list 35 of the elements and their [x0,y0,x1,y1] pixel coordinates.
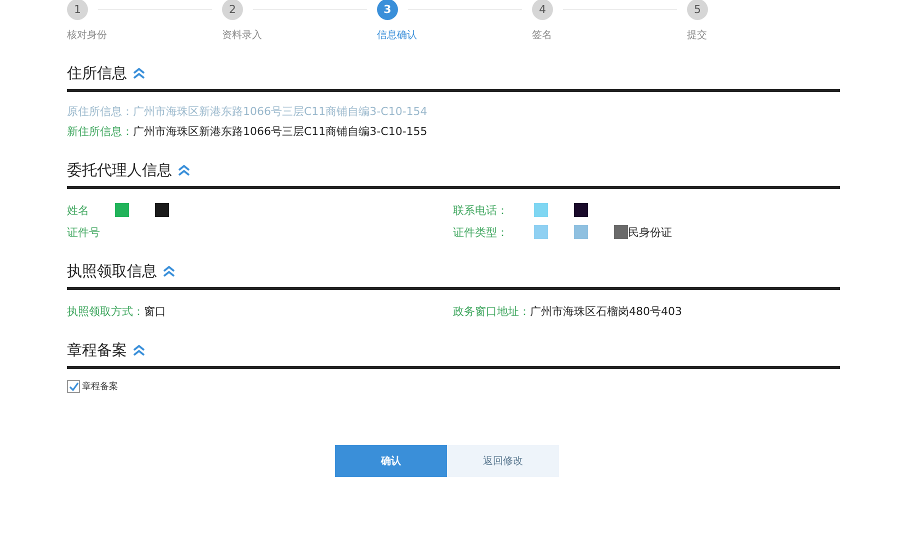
step-label: 签名 [532,29,553,42]
field-value: 窗口 [144,304,166,318]
step-number: 1 [67,0,88,20]
field-label: 新住所信息： [67,124,133,138]
field-label: 政务窗口地址： [453,304,530,318]
field-label: 姓名 [67,202,89,218]
step-label: 提交 [687,28,708,42]
checkbox-label: 章程备案 [82,380,118,393]
collapse-icon[interactable] [133,68,145,79]
field-value: 广州市海珠区新港东路1066号三层C11商铺自编3-C10-155 [133,124,428,138]
collapse-icon[interactable] [178,165,190,176]
step-number: 5 [687,0,708,20]
step-label: 核对身份 [67,28,108,42]
step-number: 4 [532,0,553,20]
field-label: 联系电话： [453,202,508,218]
field-value: 广州市海珠区石榴岗480号403 [530,304,682,318]
field-label: 执照领取方式： [67,304,144,318]
step-number: 2 [222,0,243,20]
step-label: 资料录入 [222,28,263,42]
field-label: 证件类型： [453,224,508,240]
field-value: 民身份证 [628,224,672,240]
section-title: 住所信息 [67,64,127,83]
step-label: 信息确认 [377,28,418,42]
back-button[interactable]: 返回修改 [447,445,559,477]
section-title: 章程备案 [67,341,127,360]
checkbox[interactable] [67,380,80,393]
section-title: 执照领取信息 [67,262,157,281]
step-number: 3 [377,0,398,20]
field-label: 证件号 [67,224,100,240]
collapse-icon[interactable] [133,345,145,356]
collapse-icon[interactable] [163,266,175,277]
confirm-button[interactable]: 确认 [335,445,447,477]
section-title: 委托代理人信息 [67,161,172,180]
field-label: 原住所信息： [67,104,133,118]
field-value: 广州市海珠区新港东路1066号三层C11商铺自编3-C10-154 [133,104,428,118]
